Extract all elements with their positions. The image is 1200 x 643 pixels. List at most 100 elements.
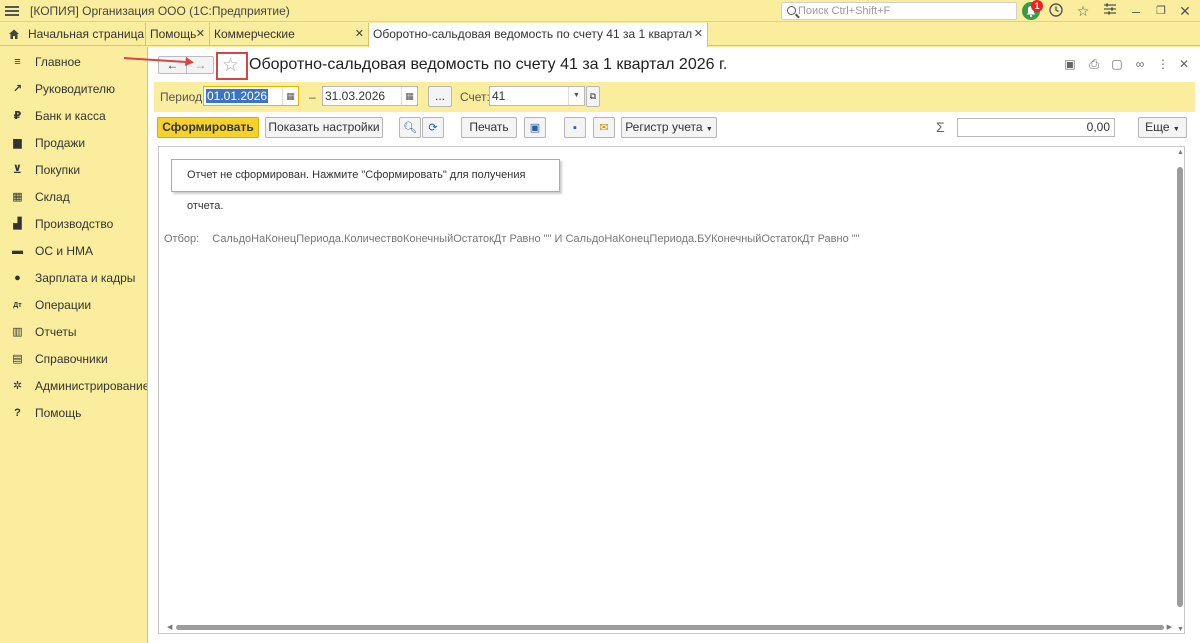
save-button[interactable]: ▪ — [564, 117, 586, 138]
global-search[interactable] — [781, 2, 1017, 20]
save-icon[interactable]: ▣ — [1063, 57, 1077, 71]
vertical-scrollbar[interactable]: ▲ ▼ — [1177, 149, 1184, 633]
sidebar-item-purchases[interactable]: ⊻ Покупки — [0, 157, 147, 184]
sidebar-item-label: Зарплата и кадры — [35, 271, 136, 285]
preview-button[interactable]: ▣ — [524, 117, 546, 138]
open-account-button[interactable]: ⧉ — [586, 86, 600, 107]
truck-icon: ▬ — [12, 245, 23, 257]
period-filter-bar: Период: 01.01.2026 ▦ – 31.03.2026 ▦ ... … — [154, 82, 1195, 112]
generate-button[interactable]: Сформировать — [157, 117, 259, 138]
search-button[interactable]: 🔍︎ — [399, 117, 421, 138]
search-settings-button[interactable]: ⟳ — [422, 117, 444, 138]
show-settings-button[interactable]: Показать настройки — [265, 117, 383, 138]
restore-icon[interactable]: ❐ — [1152, 2, 1170, 20]
sidebar-item-label: Руководителю — [35, 82, 116, 96]
tab-home[interactable]: Начальная страница — [0, 23, 145, 46]
tab-turnover-balance-sheet[interactable]: Оборотно-сальдовая ведомость по счету 41… — [368, 23, 708, 63]
chevron-down-icon: ▼ — [1172, 126, 1180, 133]
print-button[interactable]: Печать — [461, 117, 517, 138]
search-icon: 🔍︎ — [403, 122, 417, 134]
scroll-right-icon[interactable]: ▶ — [1167, 623, 1172, 631]
period-from-field[interactable]: 01.01.2026 ▦ — [203, 86, 299, 106]
account-field[interactable]: 41 ▼ — [489, 86, 585, 106]
print-icon[interactable]: ⎙ — [1087, 57, 1101, 71]
register-dropdown-button[interactable]: Регистр учета ▼ — [621, 117, 717, 138]
scroll-left-icon[interactable]: ◀ — [167, 623, 172, 631]
horizontal-scroll-thumb[interactable] — [176, 625, 1164, 630]
warehouse-icon: ▦ — [12, 191, 23, 203]
trend-icon: ↗ — [12, 83, 23, 95]
close-tab-icon[interactable]: ✕ — [694, 23, 703, 45]
sidebar-item-reports[interactable]: ▥ Отчеты — [0, 319, 147, 346]
tab-commercial-offers[interactable]: Коммерческие предложения ✕ — [209, 23, 368, 63]
document-panel: ← → ☆ Оборотно-сальдовая ведомость по сч… — [124, 47, 1200, 643]
calendar-icon[interactable]: ▦ — [282, 87, 298, 105]
title-bar: [КОПИЯ] Организация ООО (1С:Предприятие)… — [0, 0, 1200, 22]
sidebar-item-label: Операции — [35, 298, 92, 312]
sidebar-item-manager[interactable]: ↗ Руководителю — [0, 76, 147, 103]
tab-help[interactable]: Помощь ✕ — [145, 23, 209, 46]
sidebar-item-help[interactable]: ? Помощь — [0, 400, 147, 427]
close-document-icon[interactable]: ✕ — [1177, 57, 1191, 71]
search-input[interactable] — [798, 4, 1008, 18]
report-toolbar: Сформировать Показать настройки 🔍︎ ⟳ Печ… — [154, 117, 1195, 141]
report-area[interactable]: Отчет не сформирован. Нажмите "Сформиров… — [158, 146, 1185, 634]
period-to-value: 31.03.2026 — [325, 89, 386, 103]
minimize-icon[interactable]: – — [1127, 2, 1145, 20]
sidebar-item-bank[interactable]: ₽ Банк и касса — [0, 103, 147, 130]
scroll-up-icon[interactable]: ▲ — [1177, 149, 1184, 156]
report-not-generated-notice: Отчет не сформирован. Нажмите "Сформиров… — [171, 159, 560, 212]
hamburger-menu-icon[interactable] — [5, 4, 19, 18]
person-icon: ● — [14, 272, 21, 284]
sidebar-item-fixed-assets[interactable]: ▬ ОС и НМА — [0, 238, 147, 265]
sidebar-item-label: Производство — [35, 217, 114, 231]
document-tools: ▣ ⎙ ▢ ∞ ⋮ ✕ — [1063, 57, 1191, 73]
calendar-icon[interactable]: ▦ — [401, 87, 417, 105]
bag-icon: ▆ — [13, 137, 22, 149]
settings-sliders-icon[interactable] — [1101, 2, 1119, 20]
sidebar-item-directories[interactable]: ▤ Справочники — [0, 346, 147, 373]
open-icon: ⧉ — [589, 91, 597, 101]
chevron-down-icon: ▼ — [705, 126, 713, 133]
sidebar-item-label: Администрирование — [35, 379, 150, 393]
sidebar-item-payroll[interactable]: ● Зарплата и кадры — [0, 265, 147, 292]
sum-icon: Σ — [936, 119, 945, 135]
sidebar-item-label: ОС и НМА — [35, 244, 94, 258]
notification-count-badge: 1 — [1031, 0, 1043, 12]
sidebar-item-production[interactable]: ▟ Производство — [0, 211, 147, 238]
register-label: Регистр учета — [625, 120, 703, 134]
close-tab-icon[interactable]: ✕ — [355, 23, 364, 45]
add-to-favorites-button[interactable]: ☆ — [216, 52, 248, 80]
more-button[interactable]: Еще ▼ — [1138, 117, 1187, 138]
sidebar-item-label: Банк и касса — [35, 109, 106, 123]
save-icon: ▪ — [573, 122, 577, 134]
sidebar-item-administration[interactable]: ✲ Администрирование — [0, 373, 150, 400]
more-vertical-icon[interactable]: ⋮ — [1156, 57, 1170, 71]
preview-icon[interactable]: ▢ — [1110, 57, 1124, 71]
sidebar-item-label: Продажи — [35, 136, 86, 150]
favorites-star-icon[interactable]: ☆ — [1074, 2, 1092, 20]
horizontal-scrollbar[interactable]: ◀ ▶ — [167, 623, 1172, 631]
gear-icon: ✲ — [12, 380, 23, 392]
scroll-down-icon[interactable]: ▼ — [1177, 626, 1184, 633]
close-tab-icon[interactable]: ✕ — [196, 23, 205, 45]
menu-icon: ≡ — [14, 56, 21, 68]
report-filter-line: Отбор: СальдоНаКонецПериода.КоличествоКо… — [164, 233, 860, 245]
period-select-button[interactable]: ... — [428, 86, 452, 107]
email-button[interactable]: ✉ — [593, 117, 615, 138]
sidebar-item-operations[interactable]: Дт Операции — [0, 292, 147, 319]
search-icon — [787, 6, 796, 15]
tab-home-label: Начальная страница — [28, 27, 145, 41]
period-to-field[interactable]: 31.03.2026 ▦ — [322, 86, 418, 106]
tabs-bar: Начальная страница Помощь ✕ Коммерческие… — [0, 23, 1200, 63]
sidebar-item-warehouse[interactable]: ▦ Склад — [0, 184, 147, 211]
close-window-icon[interactable]: ✕ — [1176, 2, 1194, 20]
sidebar: ≡ Главное ↗ Руководителю ₽ Банк и касса … — [0, 47, 150, 643]
sidebar-item-sales[interactable]: ▆ Продажи — [0, 130, 147, 157]
link-icon[interactable]: ∞ — [1133, 57, 1147, 71]
sidebar-item-label: Склад — [35, 190, 70, 204]
history-icon[interactable] — [1047, 2, 1065, 20]
sidebar-item-label: Покупки — [35, 163, 81, 177]
vertical-scroll-thumb[interactable] — [1177, 167, 1183, 607]
chevron-down-icon[interactable]: ▼ — [568, 87, 584, 105]
